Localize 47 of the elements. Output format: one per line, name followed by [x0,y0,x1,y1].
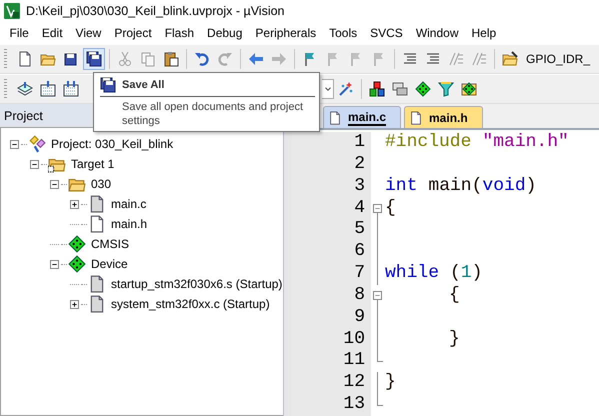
code-line: { [448,284,461,307]
tooltip-title: Save All [122,79,164,91]
tree-item[interactable]: Target 1 [71,157,114,171]
code-line: { [384,198,397,220]
code-line: int main(void) [384,176,538,198]
menu-item[interactable]: Window [409,22,465,42]
tree-item[interactable]: CMSIS [91,237,130,251]
code-line: } [448,328,461,350]
tree-item[interactable]: startup_stm32f030x6.s (Startup) [111,277,282,291]
tree-item[interactable]: Device [91,257,128,271]
menu-item[interactable]: Project [108,22,158,42]
line-number: 6 [291,241,371,264]
tree-item[interactable]: system_stm32f0xx.c (Startup) [111,297,270,311]
line-number: 12 [291,372,371,394]
menu-item[interactable]: Help [465,22,503,42]
code-line: while (1) [384,263,484,285]
line-number: 7 [291,263,371,286]
line-number: 1 [291,132,371,154]
line-number: 8 [291,284,371,307]
line-number: 10 [291,328,371,351]
menu-item[interactable]: Debug [200,22,249,42]
code-line: #include "main.h" [384,132,570,154]
menu-item[interactable]: Peripherals [248,22,323,42]
line-number: 4 [291,198,371,220]
line-number: 11 [291,350,371,372]
line-number: 13 [291,394,371,416]
file-tab[interactable]: main.c [323,106,402,128]
menu-item[interactable]: Edit [35,22,70,42]
window-title: D:\Keil_pj\030\030_Keil_blink.uvprojx - µVision [26,4,285,18]
menu-item[interactable]: SVCS [364,22,410,42]
menu-item[interactable]: Flash [158,22,201,42]
tree-item[interactable]: 030 [91,177,112,191]
menu-item[interactable]: File [3,22,36,42]
line-number: 3 [291,176,371,198]
line-number: 5 [291,219,371,242]
panel-title: Project [4,108,43,122]
menu-item[interactable]: Tools [322,22,364,42]
tree-item[interactable]: main.h [111,217,148,231]
line-number: 9 [291,306,371,329]
tooltip-text: Save all open documents and project settings [122,100,304,128]
file-tab[interactable]: main.h [404,106,483,128]
line-number: 2 [291,154,371,176]
find-field[interactable]: GPIO_IDR_ [522,50,592,68]
code-line: } [384,372,397,394]
menu-item[interactable]: View [69,22,108,42]
tree-item[interactable]: main.c [111,197,146,211]
tree-item[interactable]: Project: 030_Keil_blink [51,137,174,151]
